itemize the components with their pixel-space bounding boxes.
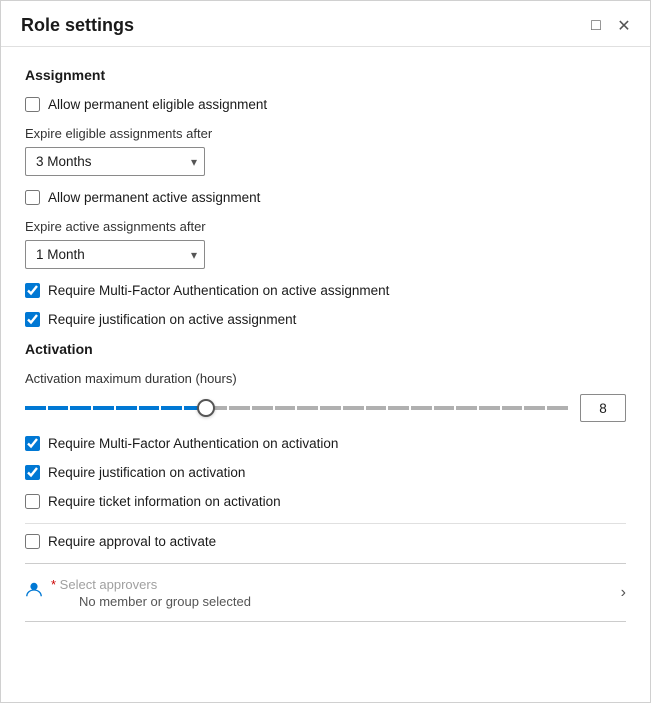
- approvers-sub-label: No member or group selected: [51, 594, 251, 609]
- require-ticket-row: Require ticket information on activation: [25, 494, 626, 509]
- require-mfa-active-row: Require Multi-Factor Authentication on a…: [25, 283, 626, 298]
- seg-11: [252, 406, 273, 410]
- expire-eligible-select-wrapper: 1 Month 2 Months 3 Months 6 Months 1 Yea…: [25, 147, 205, 176]
- allow-permanent-eligible-label[interactable]: Allow permanent eligible assignment: [48, 97, 267, 112]
- require-justification-activation-checkbox[interactable]: [25, 465, 40, 480]
- duration-slider-section: Activation maximum duration (hours): [25, 371, 626, 422]
- expire-eligible-group: Expire eligible assignments after 1 Mont…: [25, 126, 626, 176]
- seg-13: [297, 406, 318, 410]
- title-bar: Role settings □ ✕: [1, 1, 650, 47]
- expire-active-select[interactable]: 1 Month 2 Months 3 Months 6 Months 1 Yea…: [25, 240, 205, 269]
- seg-3: [70, 406, 91, 410]
- dialog-title: Role settings: [21, 15, 134, 36]
- allow-permanent-active-label[interactable]: Allow permanent active assignment: [48, 190, 260, 205]
- expire-active-label: Expire active assignments after: [25, 219, 626, 234]
- activation-section-header: Activation: [25, 341, 626, 357]
- seg-14: [320, 406, 341, 410]
- require-mfa-activation-label[interactable]: Require Multi-Factor Authentication on a…: [48, 436, 338, 451]
- seg-23: [524, 406, 545, 410]
- expire-active-select-wrapper: 1 Month 2 Months 3 Months 6 Months 1 Yea…: [25, 240, 205, 269]
- seg-6: [139, 406, 160, 410]
- allow-permanent-eligible-checkbox[interactable]: [25, 97, 40, 112]
- seg-19: [434, 406, 455, 410]
- slider-value-box[interactable]: 8: [580, 394, 626, 422]
- seg-4: [93, 406, 114, 410]
- require-approval-label[interactable]: Require approval to activate: [48, 534, 216, 549]
- approvers-chevron-icon: ›: [621, 584, 626, 602]
- slider-thumb[interactable]: [197, 399, 215, 417]
- seg-2: [48, 406, 69, 410]
- require-ticket-label[interactable]: Require ticket information on activation: [48, 494, 281, 509]
- seg-5: [116, 406, 137, 410]
- require-mfa-active-checkbox[interactable]: [25, 283, 40, 298]
- dialog-content: Assignment Allow permanent eligible assi…: [1, 47, 650, 702]
- divider: [25, 523, 626, 524]
- seg-21: [479, 406, 500, 410]
- require-justification-activation-row: Require justification on activation: [25, 465, 626, 480]
- require-approval-checkbox[interactable]: [25, 534, 40, 549]
- require-justification-activation-label[interactable]: Require justification on activation: [48, 465, 245, 480]
- close-button[interactable]: ✕: [614, 16, 634, 36]
- minimize-button[interactable]: □: [586, 16, 606, 36]
- allow-permanent-active-checkbox[interactable]: [25, 190, 40, 205]
- allow-permanent-eligible-row: Allow permanent eligible assignment: [25, 97, 626, 112]
- require-justification-active-checkbox[interactable]: [25, 312, 40, 327]
- seg-10: [229, 406, 250, 410]
- seg-18: [411, 406, 432, 410]
- slider-track[interactable]: [25, 398, 568, 418]
- require-mfa-activation-row: Require Multi-Factor Authentication on a…: [25, 436, 626, 451]
- duration-label: Activation maximum duration (hours): [25, 371, 626, 386]
- approvers-row[interactable]: * Select approvers No member or group se…: [25, 574, 626, 611]
- seg-17: [388, 406, 409, 410]
- approvers-section: * Select approvers No member or group se…: [25, 563, 626, 622]
- assignment-section-header: Assignment: [25, 67, 626, 83]
- require-approval-row: Require approval to activate: [25, 534, 626, 549]
- seg-20: [456, 406, 477, 410]
- approvers-left: * Select approvers No member or group se…: [25, 576, 251, 609]
- approvers-select-label: Select approvers: [60, 577, 158, 592]
- seg-1: [25, 406, 46, 410]
- seg-15: [343, 406, 364, 410]
- seg-16: [366, 406, 387, 410]
- expire-active-group: Expire active assignments after 1 Month …: [25, 219, 626, 269]
- seg-22: [502, 406, 523, 410]
- seg-12: [275, 406, 296, 410]
- require-mfa-active-label[interactable]: Require Multi-Factor Authentication on a…: [48, 283, 389, 298]
- allow-permanent-active-row: Allow permanent active assignment: [25, 190, 626, 205]
- require-justification-active-row: Require justification on active assignme…: [25, 312, 626, 327]
- require-ticket-checkbox[interactable]: [25, 494, 40, 509]
- approvers-required-marker: *: [51, 577, 60, 592]
- person-icon: [25, 581, 43, 604]
- require-mfa-activation-checkbox[interactable]: [25, 436, 40, 451]
- slider-row: 8: [25, 394, 626, 422]
- approvers-label-group: * Select approvers No member or group se…: [51, 576, 251, 609]
- seg-7: [161, 406, 182, 410]
- seg-24: [547, 406, 568, 410]
- approvers-label: * Select approvers: [51, 576, 251, 592]
- role-settings-dialog: Role settings □ ✕ Assignment Allow perma…: [0, 0, 651, 703]
- expire-eligible-select[interactable]: 1 Month 2 Months 3 Months 6 Months 1 Yea…: [25, 147, 205, 176]
- require-justification-active-label[interactable]: Require justification on active assignme…: [48, 312, 296, 327]
- title-bar-controls: □ ✕: [586, 16, 634, 36]
- slider-segments: [25, 406, 568, 410]
- expire-eligible-label: Expire eligible assignments after: [25, 126, 626, 141]
